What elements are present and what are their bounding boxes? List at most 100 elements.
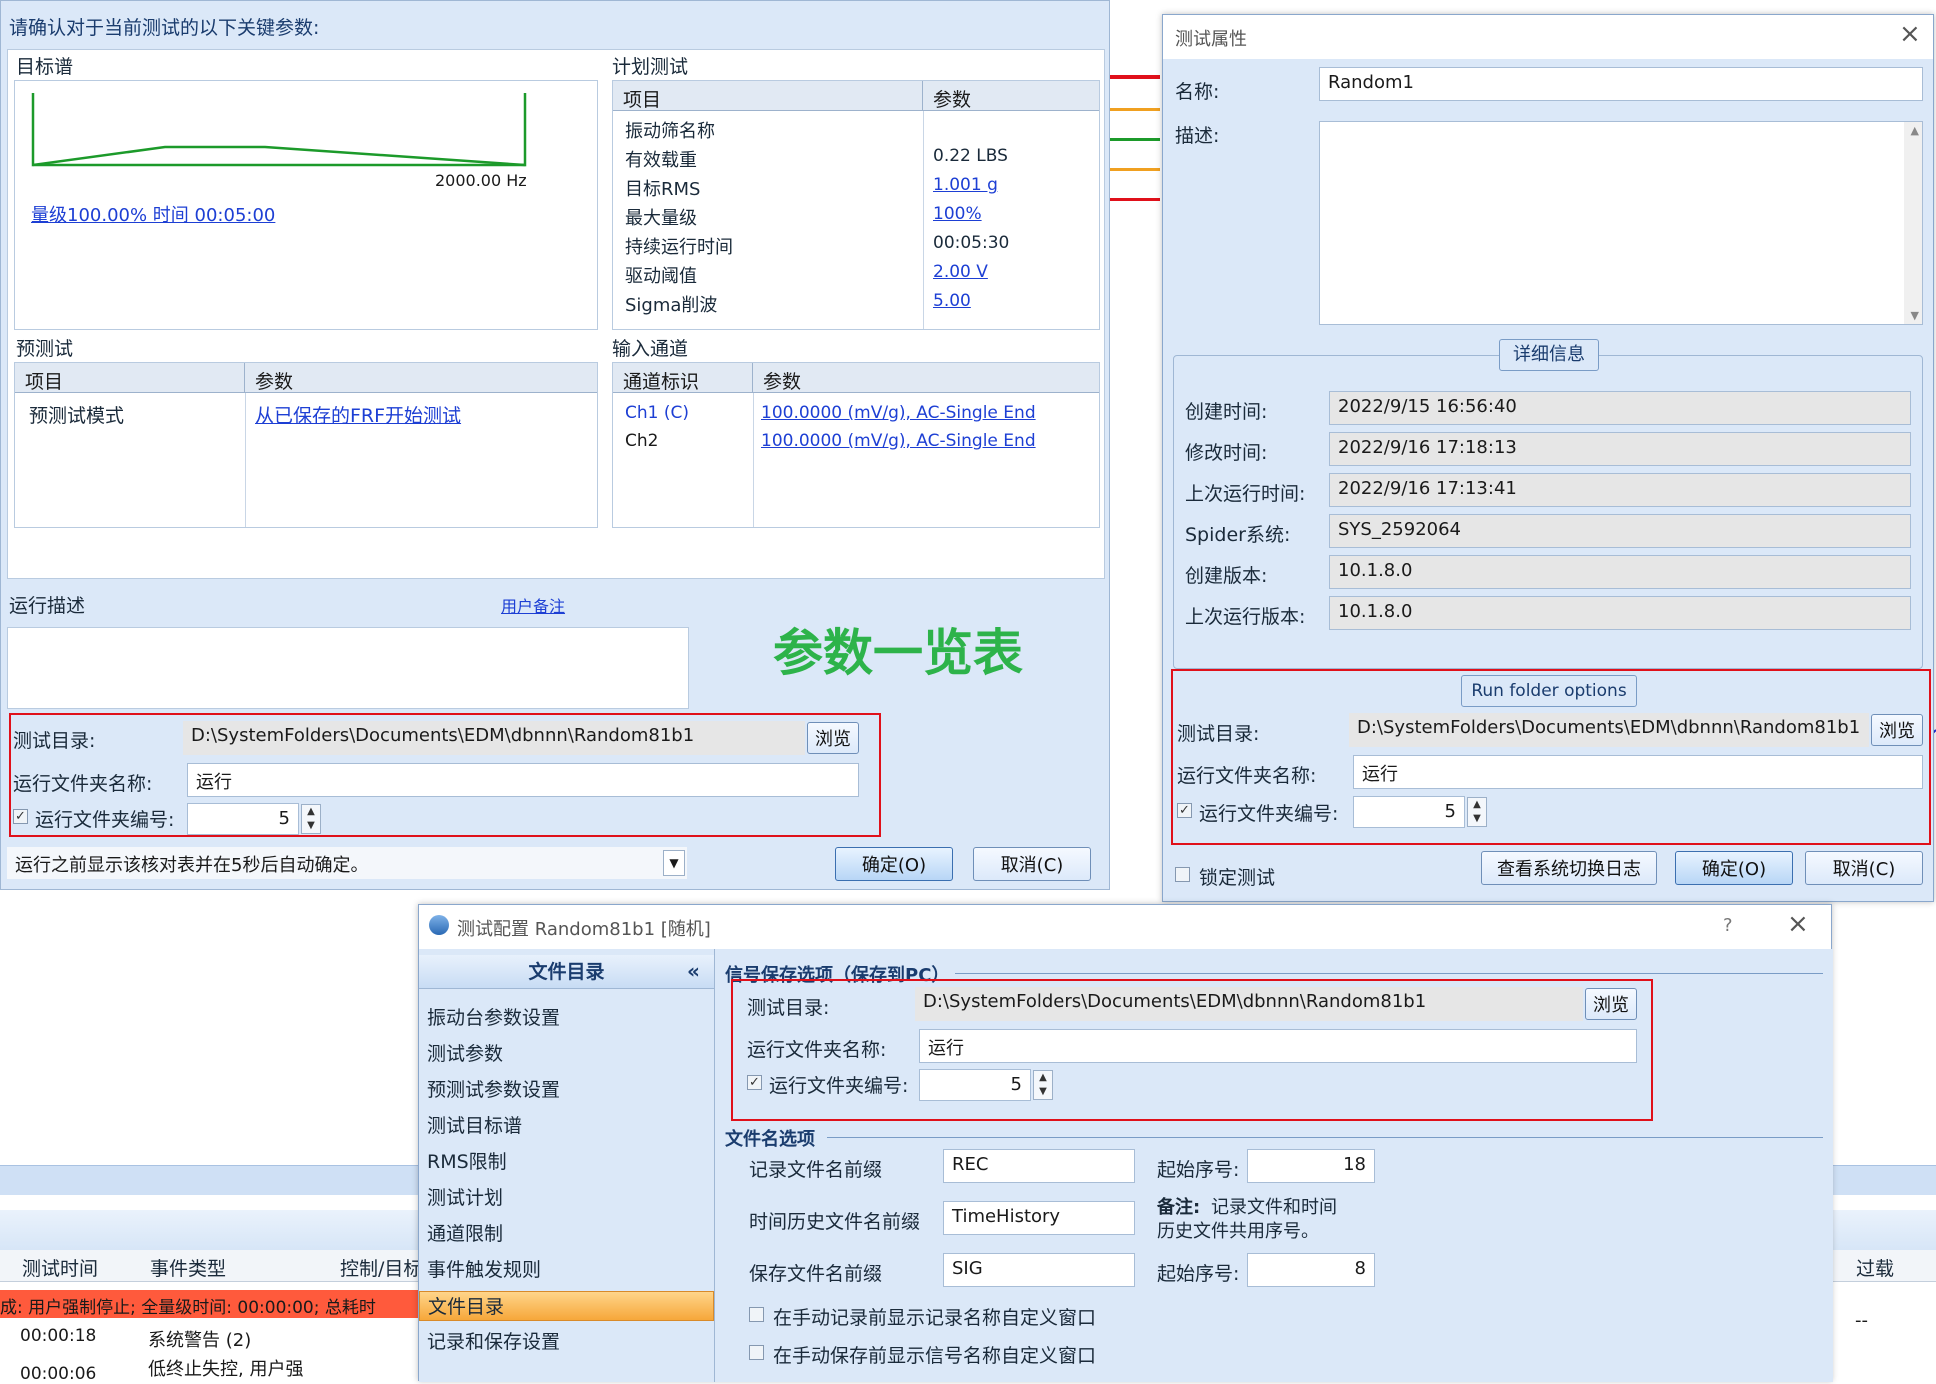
bg-row2-time: 00:00:06 [20, 1364, 97, 1384]
rec-prefix-input[interactable]: REC [943, 1149, 1135, 1183]
cfg-browse-button[interactable]: 浏览 [1585, 988, 1637, 1020]
pretest-mode-link[interactable]: 从已保存的FRF开始测试 [255, 401, 461, 428]
bg-line [1110, 198, 1160, 201]
plan-row-value[interactable]: 100% [933, 204, 982, 224]
browse-button[interactable]: 浏览 [807, 722, 859, 754]
props-browse-button[interactable]: 浏览 [1871, 714, 1923, 746]
plan-row-value: 00:05:30 [933, 233, 1010, 253]
view-log-button[interactable]: 查看系统切换日志 [1481, 851, 1657, 885]
help-icon[interactable]: ? [1723, 915, 1733, 936]
ch1-label: Ch1 (C) [625, 403, 689, 423]
cfg-number-spinner[interactable]: ▲ ▼ [1033, 1070, 1053, 1100]
props-ok-button[interactable]: 确定(O) [1675, 851, 1793, 885]
detail-value: 2022/9/15 16:56:40 [1329, 391, 1911, 425]
nav-item[interactable]: 记录和保存设置 [419, 1327, 714, 1357]
ch2-param-link[interactable]: 100.0000 (mV/g), AC-Single End [761, 431, 1036, 451]
nav-item[interactable]: 测试参数 [419, 1039, 714, 1069]
name-input[interactable]: Random1 [1319, 67, 1923, 101]
plan-row-label: 振动筛名称 [625, 121, 715, 142]
props-cancel-button[interactable]: 取消(C) [1805, 851, 1923, 885]
bg-alert-row: 成: 用户强制停止; 全量级时间: 00:00:00; 总耗时 [0, 1290, 420, 1318]
folder-number-checkbox[interactable]: ✓ [13, 809, 28, 824]
user-note-link[interactable]: 用户备注 [501, 593, 565, 617]
properties-title: 测试属性 [1175, 29, 1247, 50]
plan-row-label: 最大量级 [625, 208, 697, 229]
scroll-up-icon[interactable]: ▲ [1911, 124, 1919, 137]
lock-checkbox[interactable] [1175, 867, 1190, 882]
custom-record-label: 在手动记录前显示记录名称自定义窗口 [773, 1307, 1097, 1329]
nav-item[interactable]: 文件目录 [419, 1291, 714, 1321]
name-label: 名称: [1175, 81, 1220, 103]
dir-field: D:\SystemFolders\Documents\EDM\dbnnn\Ran… [183, 721, 805, 755]
description-textarea[interactable]: ▲ ▼ [1319, 121, 1923, 325]
pre-col2: 参数 [245, 363, 597, 393]
cfg-number-input[interactable]: 5 [919, 1069, 1031, 1101]
nav-item[interactable]: RMS限制 [419, 1147, 714, 1177]
freq-label: 2000.00 Hz [435, 171, 527, 190]
collapse-icon[interactable]: « [687, 959, 700, 983]
input-title: 输入通道 [612, 338, 689, 360]
detail-value: 2022/9/16 17:13:41 [1329, 473, 1911, 507]
bg-line [1110, 108, 1160, 111]
level-time-link[interactable]: 量级100.00% 时间 00:05:00 [31, 201, 275, 227]
plan-table: 项目 参数 振动筛名称 有效载重 0.22 LBS 目标RMS 1.001 g 最大量级 1… [612, 80, 1100, 330]
sig-start-input[interactable]: 8 [1247, 1253, 1375, 1287]
nav-item[interactable]: 振动台参数设置 [419, 1003, 714, 1033]
plan-row-value: 0.22 LBS [933, 146, 1008, 166]
num-label: 运行文件夹编号: [35, 809, 175, 831]
folder-number-input[interactable]: 5 [187, 803, 299, 835]
props-number-checkbox[interactable]: ✓ [1177, 803, 1192, 818]
nav-item[interactable]: 事件触发规则 [419, 1255, 714, 1285]
bg-row1-type: 系统警告 (2) [148, 1330, 252, 1351]
sig-prefix-label: 保存文件名前缀 [749, 1263, 883, 1285]
plan-row-value[interactable]: 2.00 V [933, 262, 988, 282]
ok-button[interactable]: 确定(O) [835, 847, 953, 881]
scrollbar[interactable] [1904, 122, 1922, 324]
plan-row-label: 有效载重 [625, 150, 697, 171]
rec-start-input[interactable]: 18 [1247, 1149, 1375, 1183]
th-prefix-label: 时间历史文件名前缀 [749, 1211, 921, 1233]
cancel-button[interactable]: 取消(C) [973, 847, 1091, 881]
sig-prefix-input[interactable]: SIG [943, 1253, 1135, 1287]
custom-save-checkbox[interactable] [749, 1345, 764, 1360]
details-title: 详细信息 [1499, 339, 1599, 371]
nav-item[interactable]: 测试目标谱 [419, 1111, 714, 1141]
cfg-number-checkbox[interactable]: ✓ [747, 1075, 762, 1090]
props-number-spinner[interactable]: ▲ ▼ [1467, 797, 1487, 827]
close-icon[interactable]: × [1787, 909, 1809, 939]
cfg-folder-input[interactable]: 运行 [919, 1029, 1637, 1063]
properties-dialog: 测试属性 × 名称: Random1 描述: ▲ ▼ 详细信息 创建时间: 202… [1162, 14, 1934, 902]
nav-item[interactable]: 预测试参数设置 [419, 1075, 714, 1105]
detail-label: 上次运行时间: [1185, 483, 1306, 505]
plan-row-value[interactable]: 5.00 [933, 291, 971, 311]
bg-line [1110, 168, 1160, 171]
section-line [827, 1137, 1823, 1138]
custom-record-checkbox[interactable] [749, 1307, 764, 1322]
nav-item[interactable]: 通道限制 [419, 1219, 714, 1249]
close-icon[interactable]: × [1899, 19, 1921, 49]
pre-col1: 项目 [15, 363, 245, 393]
th-prefix-input[interactable]: TimeHistory [943, 1201, 1135, 1235]
plan-row-value[interactable]: 1.001 g [933, 175, 998, 195]
section-line [955, 973, 1823, 974]
plan-row-label: 驱动阈值 [625, 266, 697, 287]
folder-name-input[interactable]: 运行 [187, 763, 859, 797]
confirm-mode-select[interactable]: 运行之前显示该核对表并在5秒后自动确定。 [7, 847, 687, 879]
chevron-down-icon[interactable]: ▼ [663, 850, 685, 876]
file-name-section: 文件名选项 [725, 1129, 815, 1150]
number-spinner[interactable]: ▲ ▼ [301, 804, 321, 834]
scroll-down-icon[interactable]: ▼ [1911, 309, 1919, 322]
checklist-content: 目标谱 2000.00 Hz 量级100.00% 时间 00:05:00 计划测… [7, 49, 1105, 579]
nav-panel: 文件目录 « 振动台参数设置 测试参数预测试参数设置 测试目标谱 RMS限制测试计划通… [419, 949, 715, 1382]
ch1-param-link[interactable]: 100.0000 (mV/g), AC-Single End [761, 403, 1036, 423]
note-bold: 备注: [1157, 1197, 1201, 1218]
nav-item[interactable]: 测试计划 [419, 1183, 714, 1213]
plan-col1: 项目 [613, 81, 923, 111]
props-folder-input[interactable]: 运行 [1353, 755, 1923, 789]
detail-value: SYS_2592064 [1329, 514, 1911, 548]
run-desc-textarea[interactable] [7, 627, 689, 709]
props-number-input[interactable]: 5 [1353, 796, 1465, 828]
in-col-divider [753, 393, 754, 527]
cfg-num-label: 运行文件夹编号: [769, 1075, 909, 1097]
target-title: 目标谱 [16, 56, 74, 78]
